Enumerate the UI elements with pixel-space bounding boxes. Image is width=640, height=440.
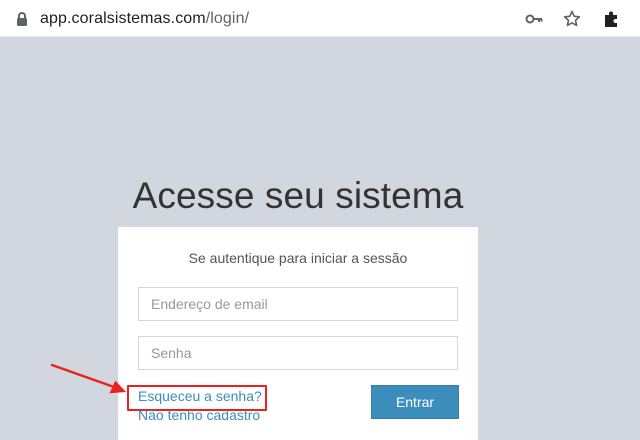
puzzle-icon[interactable]	[600, 8, 622, 30]
browser-toolbar: app.coralsistemas.com/login/	[0, 0, 640, 37]
url-host: app.coralsistemas.com	[40, 9, 206, 27]
login-button[interactable]: Entrar	[371, 385, 459, 419]
star-icon[interactable]	[560, 7, 584, 31]
register-link[interactable]: Não tenho cadastro	[138, 407, 260, 423]
login-box: Se autentique para iniciar a sessão Esqu…	[118, 227, 478, 440]
url-text: app.coralsistemas.com/login/	[40, 10, 249, 28]
page-title: Acesse seu sistema	[132, 175, 464, 216]
lock-icon[interactable]	[14, 11, 30, 27]
address-bar[interactable]: app.coralsistemas.com/login/	[0, 0, 592, 37]
forgot-password-link[interactable]: Esqueceu a senha?	[138, 388, 262, 404]
login-subtitle: Se autentique para iniciar a sessão	[188, 250, 408, 266]
password-field[interactable]	[138, 336, 458, 370]
key-icon[interactable]	[522, 7, 546, 31]
email-field[interactable]	[138, 287, 458, 321]
url-path: /login/	[205, 9, 250, 27]
address-bar-actions	[522, 0, 640, 37]
